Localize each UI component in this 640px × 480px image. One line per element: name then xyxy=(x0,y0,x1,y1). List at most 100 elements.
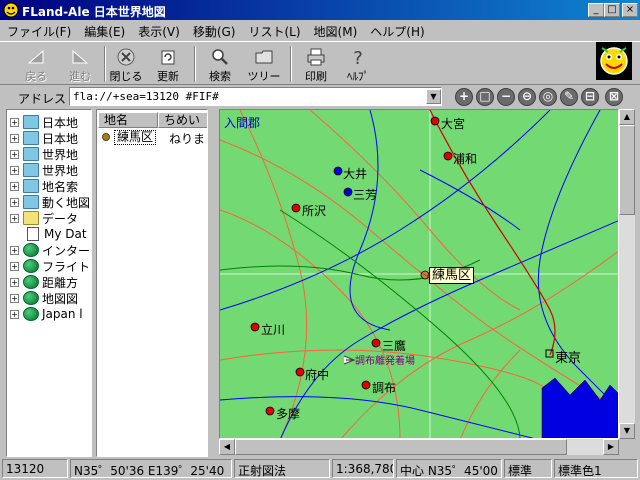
menu-go[interactable]: 移動(G) xyxy=(186,20,242,40)
expand-icon[interactable]: + xyxy=(10,245,19,255)
menu-bar: ファイル(F) 編集(E) 表示(V) 移動(G) リスト(L) 地図(M) ヘ… xyxy=(0,20,640,40)
status-standard: 標準 xyxy=(504,459,552,478)
list-item[interactable]: 練馬区 ねりま xyxy=(97,129,207,146)
menu-list[interactable]: リスト(L) xyxy=(241,20,306,40)
expand-icon[interactable]: + xyxy=(10,293,19,303)
tree-item[interactable]: + インター xyxy=(7,242,90,258)
scroll-down-icon[interactable]: ▼ xyxy=(619,423,635,439)
scroll-corner xyxy=(619,439,635,455)
airplane-icon xyxy=(343,355,356,365)
refresh-icon xyxy=(161,50,175,65)
scroll-thumb[interactable] xyxy=(619,125,635,215)
forward-button[interactable]: 進む xyxy=(58,45,102,83)
expand-icon[interactable]: + xyxy=(10,117,19,127)
expand-icon[interactable]: + xyxy=(10,133,19,143)
minimize-button[interactable]: _ xyxy=(588,3,604,17)
column-header-reading[interactable]: ちめい xyxy=(158,112,207,128)
city-label: 立川 xyxy=(261,323,286,337)
menu-file[interactable]: ファイル(F) xyxy=(0,20,77,40)
grid-toggle-icon[interactable]: ⊠ xyxy=(605,88,623,106)
print-button[interactable]: 印刷 xyxy=(296,45,336,83)
city-label: 大宮 xyxy=(441,117,466,131)
close-circle-icon xyxy=(117,48,135,66)
map-view[interactable]: 入間郡 大宮 浦和 大井 三芳 所沢 立川 三鷹 府中 調布 多摩 調布離発着場… xyxy=(219,109,619,439)
zoom-minimum-icon[interactable]: ⊖ xyxy=(518,88,536,106)
river-line xyxy=(220,396,535,438)
place-marker xyxy=(333,166,343,176)
city-label: 浦和 xyxy=(453,152,478,166)
help-button[interactable]: ? ﾍﾙﾌﾟ xyxy=(338,45,378,83)
column-header-name[interactable]: 地名 xyxy=(98,112,158,128)
tree-item[interactable]: + 世界地 xyxy=(7,146,78,162)
folder-open-icon xyxy=(23,211,39,225)
expand-icon[interactable]: + xyxy=(10,309,19,319)
tree-button[interactable]: ツリー xyxy=(244,45,284,83)
address-input[interactable]: fla://+sea=13120 #FIF# xyxy=(69,87,442,106)
document-icon xyxy=(27,227,39,241)
tree-item[interactable]: + 距離方 xyxy=(7,274,78,290)
expand-icon[interactable]: + xyxy=(10,261,19,271)
window-layout-icon[interactable]: ⊟ xyxy=(581,88,599,106)
horizontal-scrollbar[interactable]: ◀ ▶ xyxy=(219,439,619,455)
map-canvas[interactable] xyxy=(220,110,619,439)
tree-item[interactable]: + 日本地 xyxy=(7,130,78,146)
expand-icon[interactable]: + xyxy=(10,213,19,223)
refresh-button[interactable]: 更新 xyxy=(148,45,188,83)
expand-icon[interactable]: + xyxy=(10,165,19,175)
close-button[interactable]: × xyxy=(622,3,638,17)
scroll-right-icon[interactable]: ▶ xyxy=(603,439,619,455)
folder-icon xyxy=(255,50,273,64)
back-button[interactable]: 戻る xyxy=(14,45,58,83)
zoom-out-icon[interactable]: − xyxy=(497,88,515,106)
tree-item[interactable]: + 世界地 xyxy=(7,162,78,178)
search-button[interactable]: 検索 xyxy=(200,45,240,83)
draw-pen-icon[interactable]: ✎ xyxy=(560,88,578,106)
svg-text:?: ? xyxy=(353,48,363,67)
maximize-button[interactable]: □ xyxy=(604,3,620,17)
scroll-left-icon[interactable]: ◀ xyxy=(219,439,235,455)
tree-item[interactable]: + フライト xyxy=(7,258,90,274)
menu-help[interactable]: ヘルプ(H) xyxy=(363,20,430,40)
tree-item[interactable]: + 日本地 xyxy=(7,114,78,130)
title-bar[interactable]: FLand-Ale 日本世界地図 _ □ × xyxy=(0,0,640,20)
menu-edit[interactable]: 編集(E) xyxy=(77,20,131,40)
app-logo xyxy=(596,42,632,80)
tree-item[interactable]: + 動く地図 xyxy=(7,194,90,210)
scroll-up-icon[interactable]: ▲ xyxy=(619,109,635,125)
status-code: 13120 xyxy=(2,459,68,478)
tree-item[interactable]: My Dat xyxy=(7,226,87,242)
scroll-thumb[interactable] xyxy=(235,439,567,455)
vertical-scrollbar[interactable]: ▲ ▼ xyxy=(619,109,635,439)
reset-view-icon[interactable]: □ xyxy=(476,88,494,106)
globe-icon xyxy=(23,243,39,257)
search-icon xyxy=(212,49,228,65)
window-title: FLand-Ale 日本世界地図 xyxy=(22,5,166,19)
rail-line xyxy=(429,110,556,356)
question-mark-icon: ? xyxy=(353,48,363,67)
center-target-icon[interactable]: ◎ xyxy=(539,88,557,106)
folder-tree[interactable]: + 日本地 + 日本地 + 世界地 + 世界地 + 地名索 + 動く地図 + データ My D… xyxy=(6,109,92,457)
close-doc-button[interactable]: 閉じる xyxy=(106,45,146,83)
expand-icon[interactable]: + xyxy=(10,277,19,287)
rail-line xyxy=(279,209,521,438)
place-marker xyxy=(295,367,305,377)
expand-icon[interactable]: + xyxy=(10,197,19,207)
chevron-down-icon[interactable]: ▼ xyxy=(426,89,441,104)
expand-icon[interactable]: + xyxy=(10,149,19,159)
place-list[interactable]: 地名 ちめい 練馬区 ねりま xyxy=(96,109,208,457)
address-bar: アドレス fla://+sea=13120 #FIF# ▼ + □ − ⊖ ◎ … xyxy=(0,86,640,108)
selected-place-label[interactable]: 練馬区 xyxy=(429,267,475,284)
menu-map[interactable]: 地図(M) xyxy=(307,20,364,40)
zoom-in-icon[interactable]: + xyxy=(455,88,473,106)
toolbar-separator xyxy=(290,46,292,82)
tree-item[interactable]: + 地名索 xyxy=(7,178,78,194)
tree-item[interactable]: + 地図図 xyxy=(7,290,78,306)
globe-icon xyxy=(23,307,39,321)
menu-view[interactable]: 表示(V) xyxy=(131,20,186,40)
tree-item[interactable]: + Japan l xyxy=(7,306,83,322)
tree-item[interactable]: + データ xyxy=(7,210,78,226)
forward-arrow-icon xyxy=(72,49,89,64)
expand-icon[interactable]: + xyxy=(10,181,19,191)
status-coordinates: N35゜50'36 E139゜25'40 xyxy=(70,459,232,478)
folder-icon xyxy=(23,115,39,129)
